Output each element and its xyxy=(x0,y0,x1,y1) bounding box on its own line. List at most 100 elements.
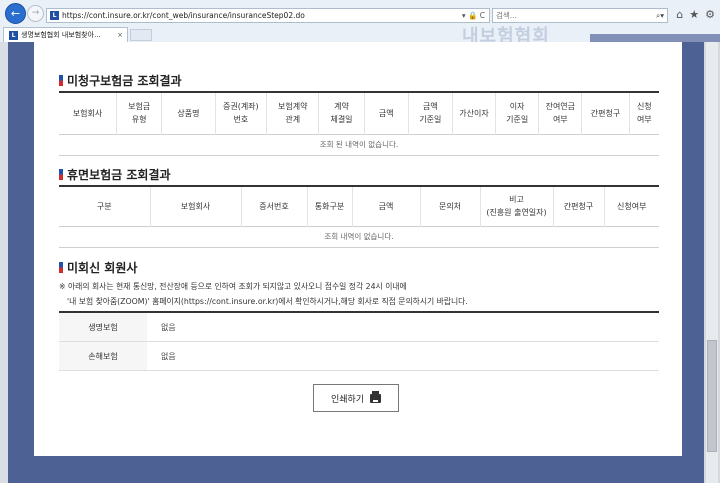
back-arrow-icon[interactable]: ← xyxy=(5,3,26,24)
row-value: 없음 xyxy=(147,312,659,342)
dormant-column-header: 간편청구 xyxy=(552,186,604,226)
browser-search-input[interactable]: 검색... ⌕▾ xyxy=(492,8,668,23)
header-text: 이자 xyxy=(509,102,525,112)
print-button-label: 인쇄하기 xyxy=(330,394,365,405)
dormant-column-header: 증서번호 xyxy=(240,186,307,226)
header-text: 기준일 xyxy=(419,115,442,125)
unclaimed-column-header: 금액 xyxy=(363,92,409,134)
page-viewport: 미청구보험금 조회결과 보험회사 보험금 유형 상품명 증권(계좌) 번호 보험계약 관계 계약… xyxy=(0,42,720,483)
header-text: 체결일 xyxy=(330,115,353,125)
table-row: 생명보험 없음 xyxy=(59,312,659,342)
row-value: 없음 xyxy=(147,341,659,371)
table-row: 손해보험 없음 xyxy=(59,341,659,371)
browser-tab[interactable]: L 생명보험협회 내보험찾아... × xyxy=(3,27,128,42)
scrollbar-thumb[interactable] xyxy=(707,340,717,452)
section-title: 미청구보험금 조회결과 xyxy=(59,72,659,88)
header-text: 금액 xyxy=(423,102,438,112)
section-flag-icon xyxy=(59,168,63,180)
address-bar[interactable]: L https://cont.insure.or.kr/cont_web/ins… xyxy=(46,8,490,23)
dormant-title: 휴면보험금 조회결과 xyxy=(67,167,171,182)
notice-line-1: ※ 아래의 회사는 현재 통신망, 전산장애 등으로 인하여 조회가 되지않고 … xyxy=(59,282,407,291)
header-text: 관계 xyxy=(285,115,301,125)
search-placeholder: 검색... xyxy=(496,11,517,20)
dormant-column-header: 금액 xyxy=(351,186,420,226)
header-text: 잔여연금 xyxy=(545,102,576,112)
non-reply-title: 미회신 회원사 xyxy=(67,260,138,275)
dormant-column-header: 문의처 xyxy=(419,186,480,226)
content-panel: 미청구보험금 조회결과 보험회사 보험금 유형 상품명 증권(계좌) 번호 보험계약 관계 계약… xyxy=(34,42,682,456)
header-text: 증권(계좌) xyxy=(222,102,259,112)
print-button[interactable]: 인쇄하기 xyxy=(313,384,399,412)
new-tab-button[interactable] xyxy=(130,29,152,41)
unclaimed-column-header: 계약체결일 xyxy=(318,92,365,134)
browser-chrome: ← → L https://cont.insure.or.kr/cont_web… xyxy=(0,0,720,47)
header-text: 구분 xyxy=(96,201,112,211)
section-flag-icon xyxy=(59,261,63,273)
header-text: 번호 xyxy=(233,115,249,125)
search-icon[interactable]: ⌕▾ xyxy=(656,11,664,21)
dormant-empty-message: 조회 내역이 없습니다. xyxy=(59,226,659,248)
unclaimed-header-row: 보험회사 보험금 유형 상품명 증권(계좌) 번호 보험계약 관계 계약 체결일 금액 금액 기준일 가산… xyxy=(59,92,659,134)
section-title: 미회신 회원사 xyxy=(59,259,659,275)
header-text: 신청여부 xyxy=(617,201,647,211)
notice-line-2: '내 보험 찾아줌(ZOOM)' 홈페이지(https://cont.insur… xyxy=(67,297,468,306)
dormant-column-header: 비고 (진흥원 출연일자) xyxy=(479,186,553,226)
unclaimed-column-header: 보험회사 xyxy=(59,92,117,134)
header-text: 계약 xyxy=(334,102,349,112)
tab-bar: L 생명보험협회 내보험찾아... × xyxy=(0,27,720,42)
dormant-empty-row: 조회 내역이 없습니다. xyxy=(59,226,659,248)
header-text: 여부 xyxy=(552,115,568,125)
header-text: 기준일 xyxy=(506,115,529,125)
dormant-column-header: 구분 xyxy=(59,186,150,226)
address-bar-controls[interactable]: ▾ 🔒 C xyxy=(462,11,485,20)
site-favicon-icon: L xyxy=(50,11,59,20)
dormant-section: 휴면보험금 조회결과 구분 보험회사 증서번호 통화구분 금액 문의처 비고 (진흥원 출연일… xyxy=(59,166,659,248)
unclaimed-column-header: 잔여연금여부 xyxy=(538,92,582,134)
dormant-column-header: 신청여부 xyxy=(603,186,659,226)
header-text: 증서번호 xyxy=(259,201,289,211)
header-text: 보험계약 xyxy=(277,102,308,112)
url-text: https://cont.insure.or.kr/cont_web/insur… xyxy=(62,11,305,20)
unclaimed-empty-message: 조회 된 내역이 없습니다. xyxy=(59,134,659,156)
row-label: 생명보험 xyxy=(59,312,147,342)
home-icon[interactable]: ⌂ xyxy=(676,8,683,21)
viewport-left-gutter xyxy=(0,42,8,483)
printer-icon xyxy=(370,390,382,403)
gear-icon[interactable]: ⚙ xyxy=(705,8,715,21)
unclaimed-column-header: 보험계약관계 xyxy=(266,92,319,134)
unclaimed-column-header: 상품명 xyxy=(161,92,216,134)
section-flag-icon xyxy=(59,74,63,86)
header-text: 통화구분 xyxy=(314,201,345,211)
forward-arrow-icon[interactable]: → xyxy=(27,5,44,22)
header-text: 가산이자 xyxy=(459,108,489,118)
favorites-star-icon[interactable]: ★ xyxy=(689,8,699,21)
dormant-column-header: 통화구분 xyxy=(306,186,352,226)
non-reply-section: 미회신 회원사 ※ 아래의 회사는 현재 통신망, 전산장애 등으로 인하여 조… xyxy=(59,259,659,371)
header-text: 간편청구 xyxy=(563,201,594,211)
section-title: 휴면보험금 조회결과 xyxy=(59,166,659,182)
unclaimed-column-header: 가산이자 xyxy=(451,92,496,134)
header-text: 보험회사 xyxy=(180,201,211,211)
unclaimed-column-header: 이자기준일 xyxy=(495,92,539,134)
header-text: 유형 xyxy=(131,115,147,125)
dormant-header-row: 구분 보험회사 증서번호 통화구분 금액 문의처 비고 (진흥원 출연일자) 간편청구 신청여부 xyxy=(59,186,659,226)
toolbar-icons: ⌂ ★ ⚙ xyxy=(676,8,715,21)
header-text: 상품명 xyxy=(177,108,200,118)
dormant-column-header: 보험회사 xyxy=(149,186,241,226)
tab-favicon-icon: L xyxy=(9,30,18,40)
unclaimed-column-header: 간편청구 xyxy=(581,92,630,134)
header-text: 문의처 xyxy=(438,201,462,211)
row-label: 손해보험 xyxy=(59,341,147,371)
header-text: (진흥원 출연일자) xyxy=(486,208,547,218)
close-tab-icon[interactable]: × xyxy=(117,31,123,39)
unclaimed-column-header: 금액기준일 xyxy=(407,92,453,134)
header-text: 금액 xyxy=(378,201,394,211)
tab-title: 생명보험협회 내보험찾아... xyxy=(21,31,101,39)
header-text: 여부 xyxy=(636,115,652,125)
unclaimed-column-header: 보험금유형 xyxy=(116,92,162,134)
header-text: 보험금 xyxy=(128,102,151,112)
header-text: 비고 xyxy=(509,195,524,205)
unclaimed-table: 보험회사 보험금 유형 상품명 증권(계좌) 번호 보험계약 관계 계약 체결일 금액 금액 기준일 가산… xyxy=(59,91,659,156)
unclaimed-column-header: 신청 여부 xyxy=(628,92,659,134)
unclaimed-column-header: 증권(계좌) 번호 xyxy=(214,92,267,134)
